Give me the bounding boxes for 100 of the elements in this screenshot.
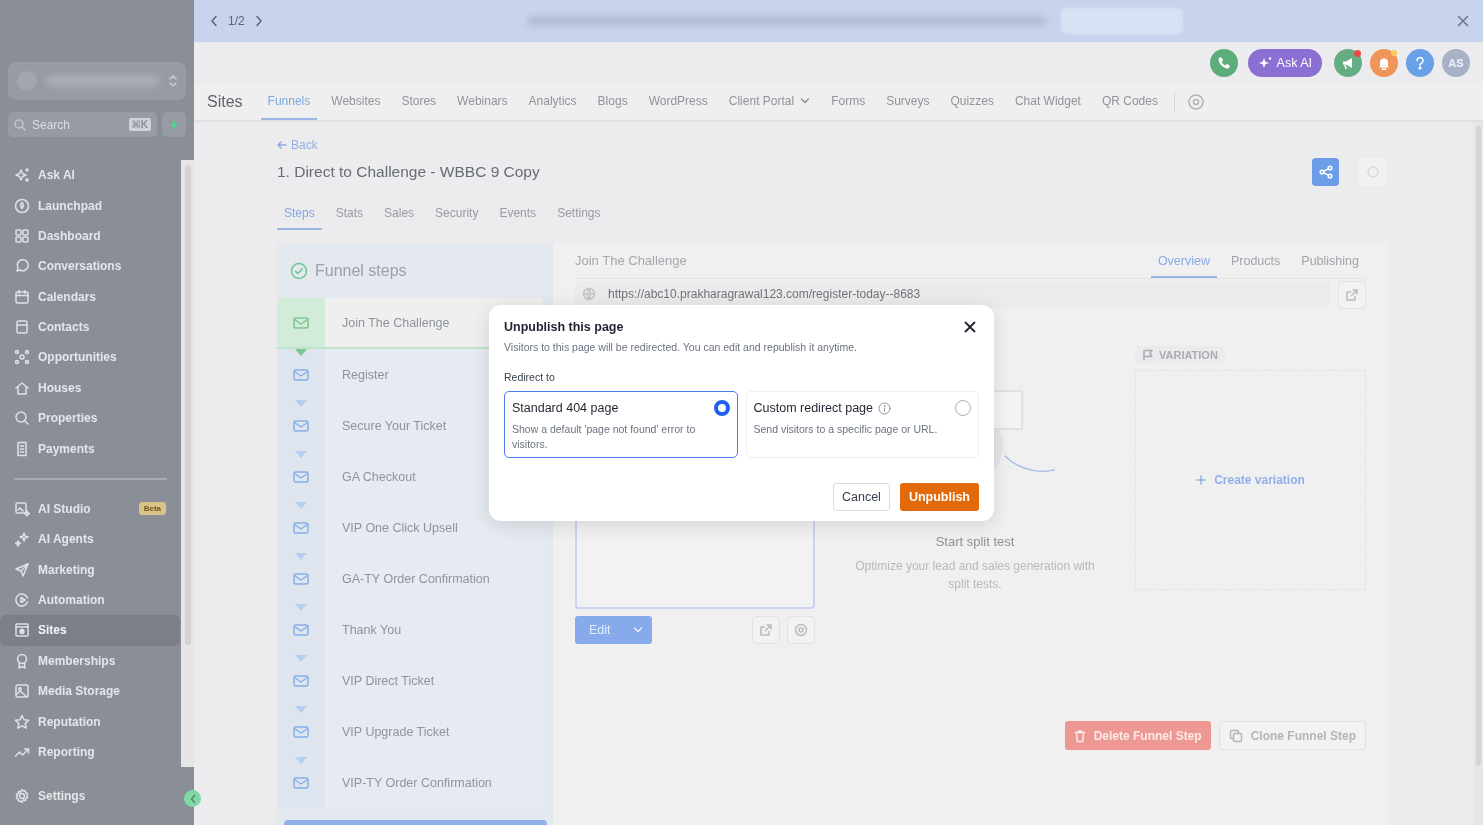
- funnel-tab[interactable]: Security: [428, 198, 486, 230]
- url-field[interactable]: https://abc10.prakharagrawal123.com/register-today--8683: [575, 281, 1330, 307]
- connector-arrow-icon: [295, 451, 307, 458]
- receipt-icon: [14, 440, 30, 457]
- sidebar-item[interactable]: Calendars: [0, 281, 180, 312]
- sidebar-item[interactable]: Opportunities: [0, 342, 180, 373]
- sidebar-item[interactable]: Reporting: [0, 736, 180, 768]
- globe-icon: [582, 287, 596, 301]
- sidebar-item[interactable]: Media Storage: [0, 675, 180, 707]
- sparkles-icon: [14, 531, 30, 548]
- clone-step-button[interactable]: Clone Funnel Step: [1218, 721, 1366, 750]
- delete-step-button[interactable]: Delete Funnel Step: [1064, 721, 1211, 750]
- unpublish-button[interactable]: Unpublish: [899, 483, 979, 511]
- nav-tab[interactable]: Stores: [394, 84, 444, 120]
- account-switcher[interactable]: [8, 62, 186, 100]
- cancel-button[interactable]: Cancel: [832, 483, 890, 511]
- house-icon: [14, 379, 30, 396]
- nav-tab[interactable]: Client Portal: [721, 84, 818, 120]
- sidebar-item[interactable]: Settings: [0, 767, 194, 825]
- nav-tab[interactable]: Chat Widget: [1007, 84, 1088, 120]
- radio-button[interactable]: [955, 400, 971, 416]
- envelope-icon: [293, 368, 309, 381]
- detail-tab[interactable]: Products: [1223, 254, 1288, 278]
- notifications-button[interactable]: [1370, 49, 1398, 77]
- sidebar-item[interactable]: Automation: [0, 584, 180, 616]
- detail-tab[interactable]: Overview: [1150, 254, 1217, 278]
- calendar-icon: [14, 288, 30, 305]
- sidebar-item[interactable]: Contacts: [0, 311, 180, 343]
- sparkle-icon: [14, 167, 30, 184]
- nav-tab[interactable]: Webinars: [450, 84, 515, 120]
- ask-ai-button[interactable]: Ask AI: [1247, 49, 1322, 77]
- nav-tab[interactable]: Analytics: [521, 84, 584, 120]
- sidebar-item[interactable]: Payments: [0, 433, 180, 464]
- help-button[interactable]: [1406, 49, 1434, 77]
- variation-label: VARIATION: [1135, 346, 1225, 364]
- nav-tab[interactable]: Websites: [324, 84, 388, 120]
- nav-tab[interactable]: Surveys: [879, 84, 937, 120]
- question-icon: [1415, 56, 1425, 70]
- quick-action-button[interactable]: [162, 112, 186, 137]
- sparkle-icon: [1257, 56, 1272, 70]
- nav-tab[interactable]: QR Codes: [1094, 84, 1165, 120]
- sidebar-item[interactable]: Dashboard: [0, 220, 180, 252]
- sidebar-item[interactable]: Marketing: [0, 554, 180, 585]
- sidebar-item[interactable]: AI Agents: [0, 524, 180, 555]
- sidebar-item[interactable]: Launchpad: [0, 190, 180, 221]
- nav-tab[interactable]: Blogs: [590, 84, 635, 120]
- close-icon[interactable]: [964, 321, 976, 333]
- share-icon: [1318, 165, 1333, 179]
- funnel-tab[interactable]: Settings: [550, 198, 608, 230]
- edit-button[interactable]: Edit: [575, 616, 652, 644]
- grid-icon: [14, 227, 30, 244]
- create-variation-link[interactable]: Create variation: [1196, 473, 1305, 487]
- search-placeholder: Search: [32, 117, 72, 132]
- chevron-right-icon[interactable]: [254, 15, 263, 27]
- nav-tab[interactable]: WordPress: [641, 84, 715, 120]
- sidebar-item[interactable]: Sites: [0, 615, 180, 646]
- option-description: Send visitors to a specific page or URL.: [753, 422, 939, 437]
- notification-dot: [1354, 50, 1361, 57]
- browser-icon: [14, 622, 30, 639]
- chat-icon: [14, 258, 30, 275]
- search-icon: [14, 410, 30, 427]
- award-icon: [14, 652, 30, 669]
- share-button[interactable]: [1312, 158, 1339, 186]
- detail-tab[interactable]: Publishing: [1294, 254, 1366, 278]
- redirect-option[interactable]: Standard 404 page Show a default 'page not found' error to visitors.: [504, 391, 738, 458]
- external-link-icon: [1345, 288, 1359, 302]
- user-avatar[interactable]: AS: [1442, 49, 1470, 77]
- nav-tab[interactable]: Funnels: [260, 84, 318, 120]
- nav-tab[interactable]: Quizzes: [943, 84, 1001, 120]
- search-field[interactable]: Search ⌘K: [8, 112, 157, 137]
- funnel-tab[interactable]: Steps: [277, 198, 322, 230]
- star-icon: [14, 713, 30, 730]
- sidebar-item[interactable]: Memberships: [0, 645, 180, 676]
- redirect-option[interactable]: Custom redirect page Send visitors to a specific page or URL.: [745, 391, 979, 458]
- shortcut-hint: ⌘K: [128, 118, 151, 131]
- chevron-left-icon[interactable]: [210, 15, 218, 27]
- step-title: Join The Challenge: [575, 253, 688, 270]
- paper-plane-icon: [14, 561, 30, 578]
- settings-button[interactable]: [787, 616, 815, 644]
- envelope-icon: [293, 572, 309, 585]
- funnel-tab[interactable]: Stats: [328, 198, 371, 230]
- rocket-icon: [14, 197, 30, 214]
- sidebar-item[interactable]: Houses: [0, 372, 180, 403]
- sidebar-item[interactable]: Reputation: [0, 706, 180, 737]
- sidebar-item[interactable]: Properties: [0, 403, 180, 434]
- funnel-tab[interactable]: Events: [492, 198, 544, 230]
- phone-button[interactable]: [1209, 49, 1238, 77]
- connector-arrow-icon: [295, 655, 307, 662]
- sidebar-item[interactable]: Conversations: [0, 251, 180, 282]
- radio-button[interactable]: [713, 400, 730, 416]
- envelope-icon: [293, 419, 309, 432]
- funnel-tab[interactable]: Sales: [377, 198, 422, 230]
- open-link-button[interactable]: [1338, 281, 1366, 309]
- sidebar-item[interactable]: Ask AI: [0, 160, 180, 191]
- announcements-button[interactable]: [1334, 49, 1362, 77]
- open-link-button[interactable]: [752, 616, 780, 644]
- collapse-button[interactable]: [184, 790, 201, 807]
- sidebar-item[interactable]: AI Studio Beta: [0, 493, 180, 525]
- back-link[interactable]: Back: [277, 138, 318, 152]
- nav-tab[interactable]: Forms: [824, 84, 873, 120]
